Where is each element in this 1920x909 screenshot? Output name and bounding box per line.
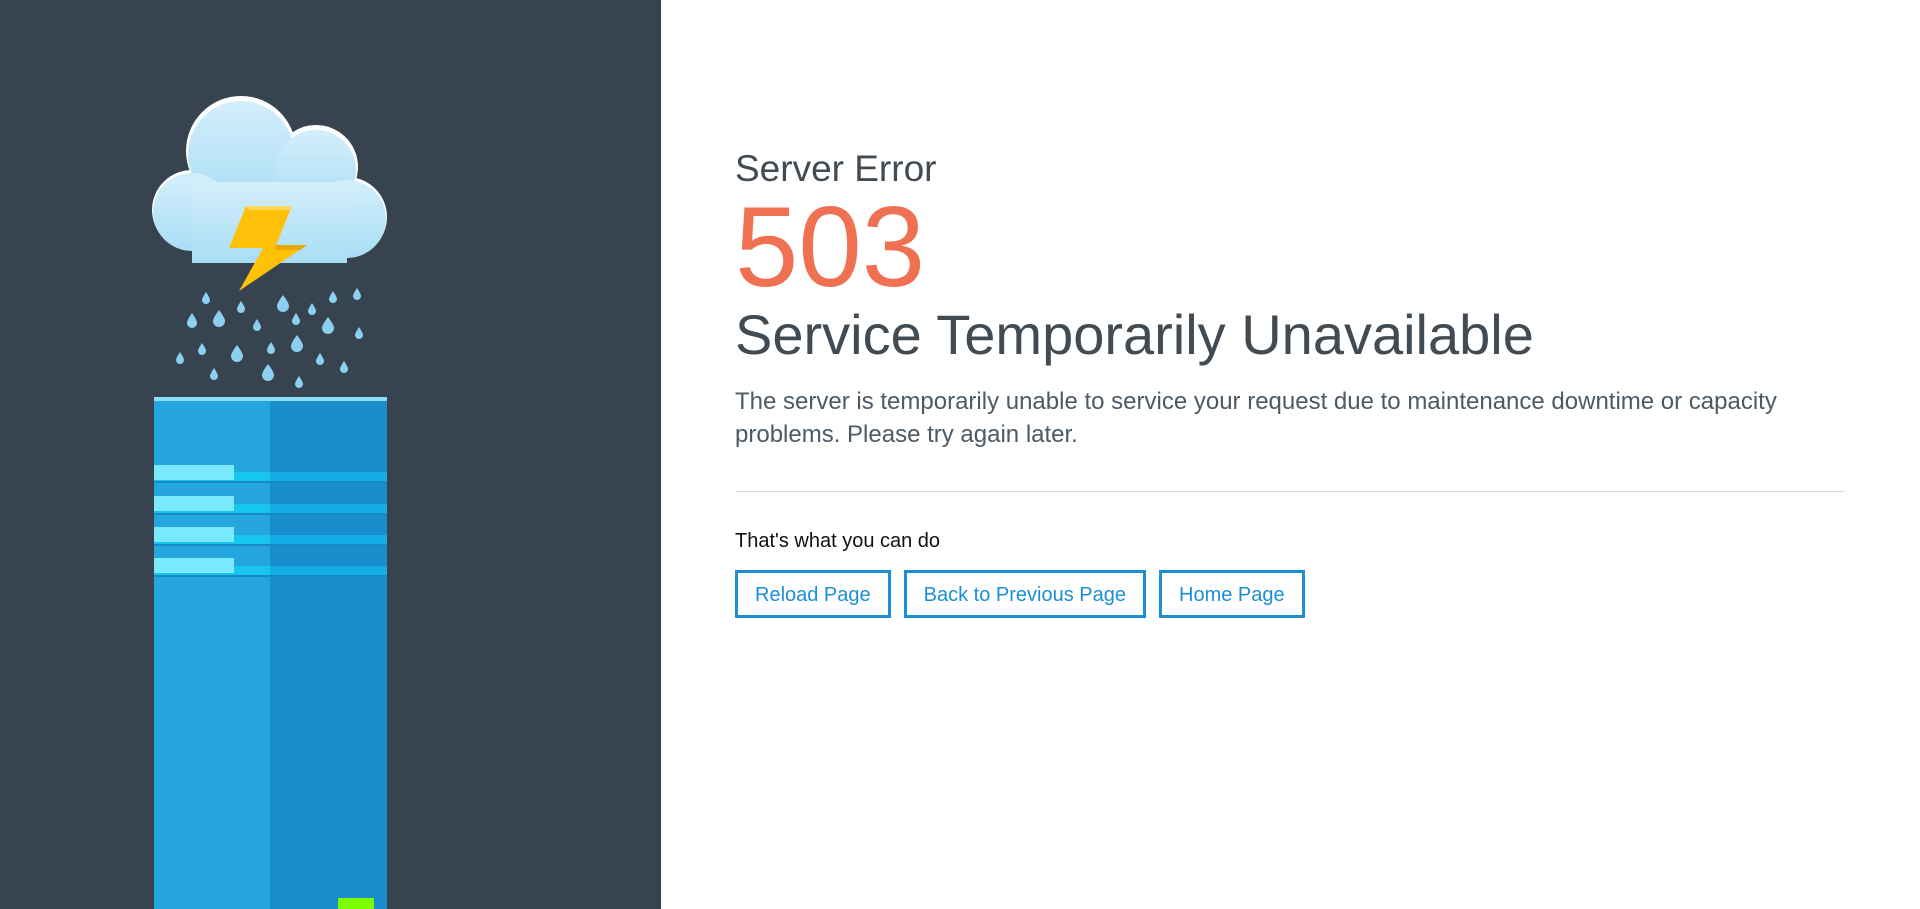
server-rack-icon bbox=[154, 397, 387, 909]
page-title: Service Temporarily Unavailable bbox=[735, 303, 1534, 366]
divider bbox=[735, 491, 1845, 492]
error-code: 503 bbox=[735, 184, 926, 311]
back-button[interactable]: Back to Previous Page bbox=[903, 570, 1146, 618]
illustration bbox=[152, 96, 387, 909]
reload-page-button[interactable]: Reload Page bbox=[735, 570, 891, 618]
home-page-button[interactable]: Home Page bbox=[1159, 570, 1305, 618]
illustration-panel bbox=[0, 0, 661, 909]
error-page: Server Error 503 Service Temporarily Una… bbox=[0, 0, 1920, 909]
error-description: The server is temporarily unable to serv… bbox=[735, 388, 1777, 448]
error-content: Server Error 503 Service Temporarily Una… bbox=[735, 143, 1845, 618]
status-light-icon bbox=[338, 898, 374, 909]
action-buttons: Reload Page Back to Previous Page Home P… bbox=[735, 570, 1845, 618]
actions-heading: That's what you can do bbox=[735, 530, 941, 552]
raindrop-icon bbox=[176, 288, 363, 388]
